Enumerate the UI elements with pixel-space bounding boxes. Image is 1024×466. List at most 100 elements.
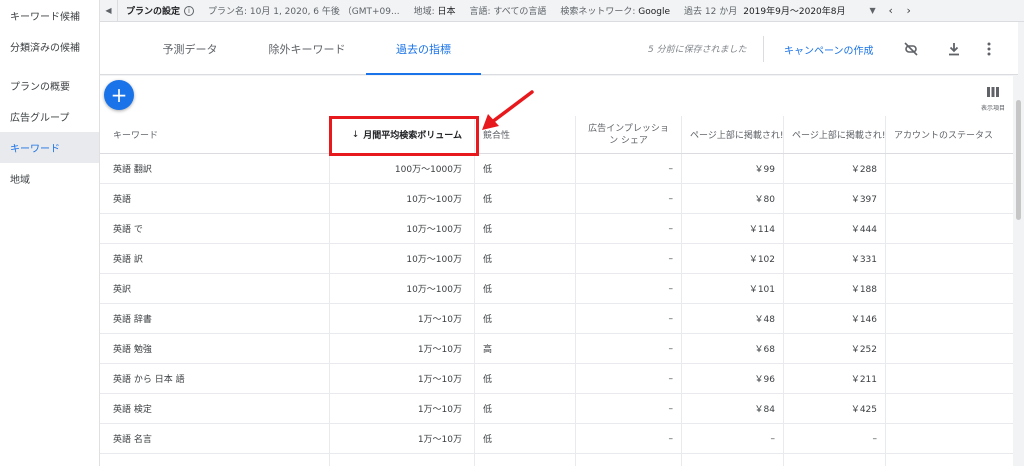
cell-volume xyxy=(330,454,475,466)
cell-impression-share: – xyxy=(576,244,682,273)
cell-competition: 低 xyxy=(475,304,576,333)
cell-top-bid-high: ￥211 xyxy=(784,364,886,393)
table-row[interactable]: 英語 翻訳 100万～1000万低 – ￥99 ￥288 xyxy=(100,154,1013,184)
create-campaign-button[interactable]: キャンペーンの作成 xyxy=(784,42,874,57)
header-keyword[interactable]: キーワード xyxy=(100,116,330,153)
columns-button[interactable]: 表示項目 xyxy=(976,82,1010,112)
cell-keyword[interactable]: 英語 で xyxy=(100,214,330,243)
table-row[interactable]: 英語 から 日本 語 1万～10万低 – ￥96 ￥211 xyxy=(100,364,1013,394)
date-range-value[interactable]: 2019年9月〜2020年8月 xyxy=(743,4,845,17)
sidebar-item-keywords[interactable]: キーワード xyxy=(0,132,99,163)
cell-top-bid-high: ￥425 xyxy=(784,394,886,423)
sidebar-item-grouped-ideas[interactable]: 分類済みの候補 xyxy=(0,31,99,62)
cell-impression-share: – xyxy=(576,154,682,183)
cell-keyword[interactable]: 英語 辞書 xyxy=(100,304,330,333)
cell-top-bid-low: – xyxy=(682,424,784,453)
keywords-panel: + 表示項目 キーワード ↓ 月間平均検索ボリューム 競合性 広告インプレッション… xyxy=(100,76,1013,466)
cell-low xyxy=(682,454,784,466)
table-row[interactable]: 英語 10万～100万低 – ￥80 ￥397 xyxy=(100,184,1013,214)
table-header-row: キーワード ↓ 月間平均検索ボリューム 競合性 広告インプレッション シェア ペー… xyxy=(100,116,1013,154)
cell-competition: 低 xyxy=(475,364,576,393)
cell-keyword[interactable]: 英語 xyxy=(100,184,330,213)
collapse-left-icon[interactable]: ◀ xyxy=(100,0,118,22)
sidebar-item-plan-overview[interactable]: プランの概要 xyxy=(0,70,99,101)
cell-keyword[interactable]: 英語 勉強 xyxy=(100,334,330,363)
cell-top-bid-high: ￥444 xyxy=(784,214,886,243)
cell-impression-share: – xyxy=(576,424,682,453)
sidebar-item-locations[interactable]: 地域 xyxy=(0,163,99,194)
cell-keyword[interactable]: 英訳 xyxy=(100,274,330,303)
plan-settings-title[interactable]: プランの設定 xyxy=(118,4,180,17)
network-setting[interactable]: 検索ネットワーク: Google xyxy=(560,4,684,17)
cell-impression-share: – xyxy=(576,304,682,333)
cell-volume: 1万～10万 xyxy=(330,394,475,423)
location-value: 日本 xyxy=(437,7,456,17)
cell-account-status xyxy=(886,304,1013,333)
cell-account-status xyxy=(886,274,1013,303)
next-period-icon[interactable]: › xyxy=(900,4,918,17)
table-row[interactable]: 英語 訳 10万～100万低 – ￥102 ￥331 xyxy=(100,244,1013,274)
plan-name[interactable]: プラン名: 10月 1, 2020, 6 午後 （GMT+09... xyxy=(208,4,414,17)
sidebar-item-ad-groups[interactable]: 広告グループ xyxy=(0,101,99,132)
date-range-dropdown-icon[interactable]: ▼ xyxy=(870,6,876,15)
header-top-bid-low[interactable]: ページ上部に掲載され! xyxy=(682,116,784,153)
toolbar-divider xyxy=(763,36,764,62)
tabs-bar: 予測データ 除外キーワード 過去の指標 5 分前に保存されました キャンペーンの… xyxy=(100,22,1018,75)
cell-volume: 100万～1000万 xyxy=(330,154,475,183)
table-row[interactable]: 英語 名言 1万～10万低 – – – xyxy=(100,424,1013,454)
table-row[interactable]: 英訳 10万～100万低 – ￥101 ￥188 xyxy=(100,274,1013,304)
table-row[interactable]: 英語 勉強 1万～10万高 – ￥68 ￥252 xyxy=(100,334,1013,364)
cell-competition: 低 xyxy=(475,424,576,453)
cell-top-bid-high: ￥252 xyxy=(784,334,886,363)
cell-volume: 10万～100万 xyxy=(330,274,475,303)
cell-top-bid-high: ￥188 xyxy=(784,274,886,303)
cell-top-bid-low: ￥48 xyxy=(682,304,784,333)
download-icon[interactable] xyxy=(944,39,964,59)
header-account-status[interactable]: アカウントのステータス xyxy=(886,116,1013,153)
cell-volume: 10万～100万 xyxy=(330,214,475,243)
date-range-label[interactable]: 過去 12 か月 xyxy=(684,4,743,17)
cell-keyword[interactable]: 英語 名言 xyxy=(100,424,330,453)
annotation-highlight-box xyxy=(329,116,479,156)
cell-competition: 低 xyxy=(475,154,576,183)
sidebar: キーワード候補 分類済みの候補 プランの概要 広告グループ キーワード 地域 xyxy=(0,0,100,466)
add-keyword-button[interactable]: + xyxy=(104,80,134,110)
location-setting[interactable]: 地域: 日本 xyxy=(414,4,470,17)
table-row-partial xyxy=(100,454,1013,466)
language-setting[interactable]: 言語: すべての言語 xyxy=(469,4,560,17)
tab-historical-metrics[interactable]: 過去の指標 xyxy=(366,22,481,75)
cell-top-bid-high: ￥331 xyxy=(784,244,886,273)
cell-account-status xyxy=(886,244,1013,273)
info-icon[interactable]: i xyxy=(184,5,195,16)
saved-status: 5 分前に保存されました xyxy=(648,45,747,55)
cell-top-bid-high: ￥146 xyxy=(784,304,886,333)
more-vert-icon[interactable] xyxy=(979,39,999,59)
header-impression-share[interactable]: 広告インプレッション シェア xyxy=(576,116,682,153)
columns-label: 表示項目 xyxy=(980,105,1005,112)
cell-competition xyxy=(475,454,576,466)
table-row[interactable]: 英語 検定 1万～10万低 – ￥84 ￥425 xyxy=(100,394,1013,424)
cell-keyword[interactable]: 英語 検定 xyxy=(100,394,330,423)
cell-keyword[interactable]: 英語 翻訳 xyxy=(100,154,330,183)
tab-forecasts[interactable]: 予測データ xyxy=(147,22,233,75)
cell-top-bid-low: ￥68 xyxy=(682,334,784,363)
cell-top-bid-high: – xyxy=(784,424,886,453)
cell-volume: 10万～100万 xyxy=(330,184,475,213)
cell-keyword[interactable]: 英語 訳 xyxy=(100,244,330,273)
sidebar-item-keyword-ideas[interactable]: キーワード候補 xyxy=(0,0,99,31)
cell-top-bid-low: ￥102 xyxy=(682,244,784,273)
table-row[interactable]: 英語 で 10万～100万低 – ￥114 ￥444 xyxy=(100,214,1013,244)
tab-negative-keywords[interactable]: 除外キーワード xyxy=(260,22,354,75)
cell-account-status xyxy=(886,184,1013,213)
cell-top-bid-low: ￥101 xyxy=(682,274,784,303)
cell-keyword[interactable]: 英語 から 日本 語 xyxy=(100,364,330,393)
header-top-bid-high[interactable]: ページ上部に掲載され! xyxy=(784,116,886,153)
location-label: 地域: xyxy=(413,7,438,17)
table-row[interactable]: 英語 辞書 1万～10万低 – ￥48 ￥146 xyxy=(100,304,1013,334)
cell-volume: 1万～10万 xyxy=(330,334,475,363)
cell-account-status xyxy=(886,334,1013,363)
cell-top-bid-low: ￥114 xyxy=(682,214,784,243)
unlink-icon[interactable] xyxy=(901,39,921,59)
scrollbar-thumb[interactable] xyxy=(1016,100,1021,220)
prev-period-icon[interactable]: ‹ xyxy=(882,4,900,17)
